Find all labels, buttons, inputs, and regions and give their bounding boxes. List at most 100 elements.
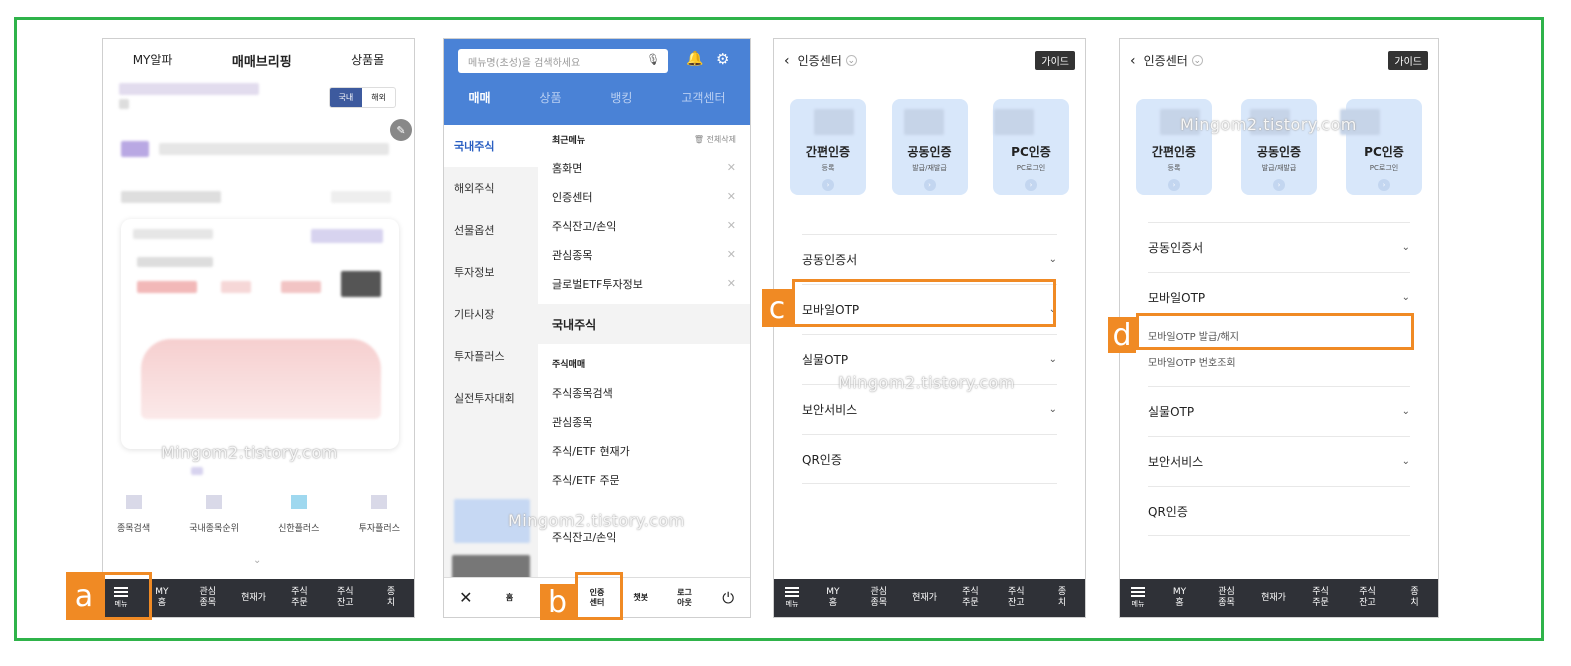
- row-qr-cert[interactable]: QR인증: [802, 434, 1057, 484]
- tab-shop[interactable]: 상품몰: [351, 51, 384, 70]
- bottom-item-balance[interactable]: 주식 잔고: [322, 587, 368, 609]
- bottom-item-more[interactable]: 종 치: [368, 587, 414, 609]
- bottom-item-my-home[interactable]: MY 홈: [1156, 587, 1203, 609]
- tab-trade-briefing[interactable]: 매매브리핑: [232, 51, 292, 70]
- blurred-content: [331, 191, 391, 203]
- cert-menu-list: 공동인증서 ⌄ 모바일OTP ⌄ 실물OTP ⌄ 보안서비스 ⌄ QR인증: [802, 234, 1057, 484]
- bottom-chatbot[interactable]: 챗봇: [619, 593, 663, 603]
- row-physical-otp[interactable]: 실물OTP ⌄: [1148, 386, 1410, 436]
- bottom-item-current-price[interactable]: 현재가: [231, 593, 277, 604]
- tab-trading[interactable]: 매매: [468, 89, 490, 106]
- close-icon[interactable]: ✕: [444, 589, 488, 605]
- bottom-item-more[interactable]: 종 치: [1039, 587, 1085, 609]
- tab-products[interactable]: 상품: [539, 89, 561, 106]
- bottom-logout[interactable]: 로그 아웃: [663, 588, 707, 608]
- recent-item-balance[interactable]: 주식잔고/손익 ✕: [538, 211, 750, 240]
- guide-button[interactable]: 가이드: [1035, 51, 1075, 70]
- bottom-item-watchlist[interactable]: 관심 종목: [185, 587, 231, 609]
- tab-banking[interactable]: 뱅킹: [610, 89, 632, 106]
- nav-overseas-stock[interactable]: 해외주식: [444, 167, 538, 209]
- recent-item-global-etf[interactable]: 글로벌ETF투자정보 ✕: [538, 269, 750, 298]
- step-label-d: d: [1108, 317, 1136, 353]
- guide-button[interactable]: 가이드: [1388, 51, 1428, 70]
- edit-icon[interactable]: ✎: [390, 119, 412, 141]
- blurred-content: [121, 141, 149, 157]
- chevron-down-icon[interactable]: ⌄: [253, 555, 261, 566]
- close-icon[interactable]: ✕: [727, 219, 736, 232]
- bottom-item-order[interactable]: 주식 주문: [1297, 587, 1344, 609]
- nav-futures-options[interactable]: 선물옵션: [444, 209, 538, 251]
- bottom-item-watchlist[interactable]: 관심 종목: [1203, 587, 1250, 609]
- top-tabs: MY알파 매매브리핑 상품몰: [103, 51, 414, 70]
- recent-item-home[interactable]: 홈화면 ✕: [538, 153, 750, 182]
- cert-header: ‹ 인증센터 ⌄ 가이드: [1130, 51, 1428, 70]
- recent-item-watchlist[interactable]: 관심종목 ✕: [538, 240, 750, 269]
- bottom-item-order[interactable]: 주식 주문: [947, 587, 993, 609]
- row-joint-certificate[interactable]: 공동인증서 ⌄: [802, 234, 1057, 284]
- blurred-content: [119, 83, 259, 95]
- toggle-overseas[interactable]: 해외: [362, 88, 395, 107]
- back-arrow-icon[interactable]: ‹: [1130, 53, 1136, 69]
- nav-invest-info[interactable]: 투자정보: [444, 251, 538, 293]
- quick-item-domestic-rank[interactable]: 국내종목순위: [189, 495, 239, 534]
- tab-my-alpha[interactable]: MY알파: [133, 51, 173, 70]
- quick-item-invest-plus[interactable]: 투자플러스: [359, 495, 400, 534]
- tab-customer-center[interactable]: 고객센터: [681, 89, 725, 106]
- recent-menu-header: 최근메뉴 🗑 전체삭제: [552, 134, 736, 146]
- quick-item-stock-search[interactable]: 종목검색: [117, 495, 150, 534]
- chevron-right-icon: ›: [822, 179, 834, 191]
- close-icon[interactable]: ✕: [727, 161, 736, 174]
- bell-icon[interactable]: 🔔: [686, 51, 703, 67]
- close-icon[interactable]: ✕: [727, 190, 736, 203]
- chevron-down-icon: ⌄: [1048, 404, 1057, 415]
- bottom-item-my-home[interactable]: MY 홈: [810, 587, 856, 609]
- row-joint-certificate[interactable]: 공동인증서 ⌄: [1148, 222, 1410, 272]
- sub-item-otp-lookup[interactable]: 모바일OTP 번호조회: [1148, 348, 1410, 374]
- phone-home-screen: MY알파 매매브리핑 상품몰 국내 해외 ✎ Mingom2.tistory.c…: [102, 38, 415, 618]
- menu-item[interactable]: 주식/ETF 주문: [538, 465, 750, 494]
- category-nav: 국내주식 해외주식 선물옵션 투자정보 기타시장 투자플러스 실전투자대회: [444, 125, 538, 605]
- nav-other-market[interactable]: 기타시장: [444, 293, 538, 335]
- blurred-icon: [904, 109, 944, 135]
- delete-all-button[interactable]: 🗑 전체삭제: [694, 134, 736, 145]
- nav-trading-contest[interactable]: 실전투자대회: [444, 377, 538, 419]
- bottom-item-balance[interactable]: 주식 잔고: [1344, 587, 1391, 609]
- gear-icon[interactable]: ⚙: [716, 50, 729, 68]
- back-arrow-icon[interactable]: ‹: [784, 53, 790, 69]
- bottom-home[interactable]: 홈: [488, 593, 532, 603]
- menu-item[interactable]: 주식/ETF 현재가: [538, 436, 750, 465]
- nav-invest-plus[interactable]: 투자플러스: [444, 335, 538, 377]
- chevron-down-icon[interactable]: ⌄: [1191, 55, 1203, 66]
- microphone-icon[interactable]: 🎙: [646, 53, 660, 66]
- bottom-item-current-price[interactable]: 현재가: [902, 593, 948, 604]
- close-icon[interactable]: ✕: [727, 248, 736, 261]
- highlight-d: [1136, 313, 1414, 350]
- toggle-domestic[interactable]: 국내: [329, 88, 363, 107]
- bottom-item-current-price[interactable]: 현재가: [1250, 593, 1297, 604]
- blurred-content: [159, 143, 389, 155]
- bottom-item-more[interactable]: 종 치: [1391, 587, 1438, 609]
- menu-button[interactable]: 메뉴: [774, 587, 810, 609]
- recent-item-cert-center[interactable]: 인증센터 ✕: [538, 182, 750, 211]
- step-label-a: a: [66, 572, 102, 620]
- chevron-down-icon: ⌄: [1401, 456, 1410, 467]
- menu-item[interactable]: 관심종목: [538, 407, 750, 436]
- power-icon[interactable]: ⏻: [706, 590, 750, 605]
- nav-domestic-stock[interactable]: 국내주식: [444, 125, 538, 167]
- bottom-item-order[interactable]: 주식 주문: [276, 587, 322, 609]
- cert-header: ‹ 인증센터 ⌄ 가이드: [784, 51, 1075, 70]
- watermark: Mingom2.tistory.com: [161, 443, 338, 462]
- menu-button[interactable]: 메뉴: [1120, 587, 1156, 609]
- menu-item[interactable]: 주식종목검색: [538, 378, 750, 407]
- quick-item-shinhan-plus[interactable]: 신한플러스: [278, 495, 319, 534]
- row-qr-cert[interactable]: QR인증: [1148, 486, 1410, 536]
- chevron-down-icon[interactable]: ⌄: [845, 55, 857, 66]
- step-label-b: b: [540, 584, 575, 620]
- phone-cert-center: ‹ 인증센터 ⌄ 가이드 간편인증 등록 › 공동인증 발급/재발급 › PC인증 PC로…: [773, 38, 1086, 618]
- search-input[interactable]: 메뉴명(초성)을 검색하세요 🎙: [458, 49, 668, 73]
- watermark: Mingom2.tistory.com: [838, 373, 1015, 392]
- close-icon[interactable]: ✕: [727, 277, 736, 290]
- bottom-item-watchlist[interactable]: 관심 종목: [856, 587, 902, 609]
- row-security-service[interactable]: 보안서비스 ⌄: [1148, 436, 1410, 486]
- bottom-item-balance[interactable]: 주식 잔고: [993, 587, 1039, 609]
